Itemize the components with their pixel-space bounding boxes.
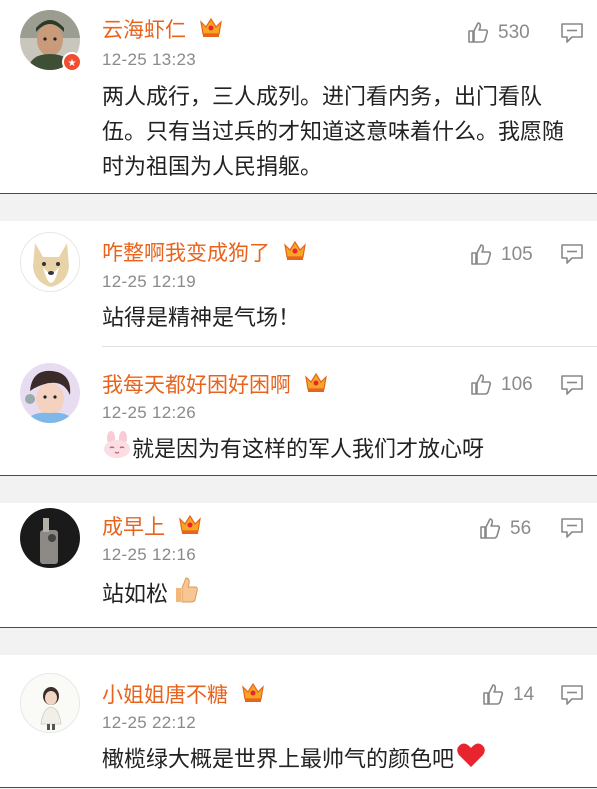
avatar[interactable] (20, 508, 80, 568)
reply-icon[interactable] (560, 22, 584, 48)
username[interactable]: 成早上 (102, 511, 202, 541)
thumbs-up-icon (483, 684, 504, 705)
avatar[interactable] (20, 363, 80, 423)
vip-crown-icon (178, 513, 202, 540)
thumbs-up-icon (480, 518, 501, 539)
vip-crown-icon (283, 239, 307, 266)
username[interactable]: 我每天都好困好困啊 (102, 369, 328, 399)
like-count: 14 (513, 684, 535, 705)
comment-item: 我每天都好困好困啊 12-25 12:26 106 就是因为有这样的军人我们才放… (0, 347, 597, 475)
timestamp: 12-25 12:19 (102, 272, 197, 291)
like-button[interactable]: 105 (469, 243, 533, 267)
thumbs-up-icon (471, 374, 492, 395)
comment-text: 两人成行，三人成列。进门看内务，出门看队伍。只有当过兵的才知道这意味着什么。我愿… (102, 85, 565, 180)
comment-item: 咋整啊我变成狗了 12-25 12:19 105 站得是精神是气场！ (0, 221, 597, 347)
svg-text:★: ★ (68, 58, 77, 69)
comment-item: 小姐姐唐不糖 12-25 22:12 14 橄榄绿大概是世界上最帅气的颜色吧 (0, 655, 597, 787)
section-gap (0, 475, 597, 503)
bunny-face-emoji (102, 431, 132, 470)
reply-icon[interactable] (560, 374, 584, 400)
thumbs-up-icon (468, 22, 489, 43)
comment-text: 就是因为有这样的军人我们才放心呀 (102, 431, 572, 470)
timestamp: 12-25 12:16 (102, 545, 197, 564)
section-gap (0, 193, 597, 221)
username-text[interactable]: 云海虾仁 (102, 18, 186, 42)
section-gap (0, 627, 597, 655)
comment-text: 橄榄绿大概是世界上最帅气的颜色吧 (102, 741, 572, 780)
thumbs-up-icon (471, 244, 492, 265)
vip-crown-icon (199, 16, 223, 43)
like-button[interactable]: 14 (481, 683, 534, 707)
comment-text-content: 橄榄绿大概是世界上最帅气的颜色吧 (102, 747, 455, 773)
vip-crown-icon (304, 371, 328, 398)
username[interactable]: 云海虾仁 (102, 14, 223, 44)
vip-crown-icon (241, 681, 265, 708)
username[interactable]: 咋整啊我变成狗了 (102, 237, 307, 267)
thumbs-up-emoji (170, 575, 200, 616)
comment-text: 站如松 (102, 575, 572, 616)
comment-text-content: 站如松 (102, 582, 169, 608)
username-text[interactable]: 我每天都好困好困啊 (102, 373, 291, 397)
username-text[interactable]: 咋整啊我变成狗了 (102, 241, 270, 265)
timestamp: 12-25 13:23 (102, 50, 197, 69)
like-count: 105 (501, 244, 533, 265)
like-button[interactable]: 106 (469, 373, 533, 397)
like-button[interactable]: 56 (478, 517, 531, 541)
like-count: 56 (510, 518, 532, 539)
reply-icon[interactable] (560, 517, 584, 543)
comment-text: 站得是精神是气场！ (102, 306, 301, 331)
like-count: 530 (498, 22, 530, 43)
verified-badge-icon: ★ (62, 52, 82, 72)
reply-icon[interactable] (560, 243, 584, 269)
timestamp: 12-25 12:26 (102, 403, 197, 422)
reply-icon[interactable] (560, 684, 584, 710)
red-heart-emoji (456, 741, 486, 780)
comment-item: 成早上 12-25 12:16 56 站如松 (0, 503, 597, 627)
comment-text-content: 就是因为有这样的军人我们才放心呀 (132, 437, 485, 463)
like-button[interactable]: 530 (466, 21, 530, 45)
timestamp: 12-25 22:12 (102, 713, 197, 732)
username-text[interactable]: 小姐姐唐不糖 (102, 683, 228, 707)
username-text[interactable]: 成早上 (102, 515, 165, 539)
like-count: 106 (501, 374, 533, 395)
avatar[interactable] (20, 673, 80, 733)
username[interactable]: 小姐姐唐不糖 (102, 679, 265, 709)
avatar[interactable] (20, 232, 80, 292)
comment-item: ★ 云海虾仁 12-25 13:23 530 两人成行，三人成列。进门看内务，出… (0, 0, 597, 193)
